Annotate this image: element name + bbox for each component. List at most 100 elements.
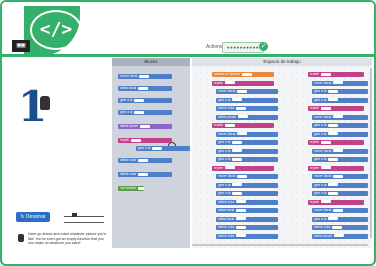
value-slot[interactable]: [236, 234, 247, 238]
value-slot[interactable]: [321, 72, 332, 76]
code-block[interactable]: definir pincel: [312, 233, 368, 239]
value-slot[interactable]: [138, 172, 149, 176]
value-slot[interactable]: [328, 132, 339, 136]
code-block[interactable]: mover hacia: [216, 174, 278, 179]
code-block[interactable]: definir color: [216, 199, 278, 205]
value-slot[interactable]: [237, 115, 248, 119]
code-block[interactable]: repetir: [308, 165, 364, 171]
code-block[interactable]: girar a la: [216, 182, 278, 188]
code-block[interactable]: girar a la: [216, 140, 278, 145]
code-block[interactable]: mover hacia: [312, 80, 368, 86]
code-block[interactable]: repetir: [308, 106, 364, 111]
code-block[interactable]: repetir: [212, 123, 274, 128]
workspace-scrollbar-vertical[interactable]: [370, 68, 372, 238]
code-block[interactable]: girar a la: [216, 191, 278, 196]
value-slot[interactable]: [237, 174, 248, 178]
value-slot[interactable]: [328, 89, 339, 93]
workspace[interactable]: Espacio de trabajo cuando se ejecute repe…: [192, 58, 372, 248]
value-slot[interactable]: [321, 106, 332, 110]
value-slot[interactable]: [232, 183, 243, 187]
code-block[interactable]: girar a la: [216, 148, 278, 154]
code-block[interactable]: definir color: [118, 158, 172, 163]
draw-button[interactable]: ↻ Dessinar: [16, 212, 50, 222]
code-block[interactable]: definir color: [216, 233, 278, 239]
value-slot[interactable]: [225, 81, 236, 85]
value-slot[interactable]: [333, 149, 344, 153]
code-block[interactable]: repetir: [308, 72, 364, 77]
value-slot[interactable]: [232, 157, 243, 161]
speed-slider-handle[interactable]: [72, 213, 77, 217]
value-slot[interactable]: [236, 200, 247, 204]
code-block[interactable]: girar a la: [118, 110, 172, 115]
code-block[interactable]: repetir: [212, 165, 274, 171]
value-slot[interactable]: [333, 234, 344, 238]
code-block[interactable]: definir color: [118, 172, 172, 177]
code-block[interactable]: mover hacia: [216, 89, 278, 94]
value-slot[interactable]: [321, 166, 332, 170]
value-slot[interactable]: [225, 123, 236, 127]
value-slot[interactable]: [232, 191, 243, 195]
value-slot[interactable]: [225, 166, 236, 170]
code-block[interactable]: definir color: [216, 106, 278, 111]
value-slot[interactable]: [333, 115, 344, 119]
value-slot[interactable]: [237, 89, 248, 93]
code-block[interactable]: mover hacia: [118, 74, 172, 79]
value-slot[interactable]: [131, 138, 142, 142]
value-slot[interactable]: [321, 140, 332, 144]
code-block[interactable]: definir pincel: [216, 114, 278, 120]
code-block[interactable]: repetir: [308, 199, 364, 205]
value-slot[interactable]: [134, 98, 145, 102]
code-block[interactable]: girar a la: [312, 216, 368, 222]
value-slot[interactable]: [139, 74, 150, 78]
value-slot[interactable]: [333, 174, 344, 178]
code-block[interactable]: girar a la: [118, 98, 172, 103]
code-block[interactable]: saltar hacia: [216, 216, 278, 222]
code-block[interactable]: girar a la: [312, 97, 368, 103]
code-block[interactable]: repetir: [308, 140, 364, 145]
value-slot[interactable]: [232, 140, 243, 144]
workspace-scrollbar-horizontal[interactable]: [192, 244, 368, 246]
value-slot[interactable]: [328, 217, 339, 221]
code-block[interactable]: mover hacia: [216, 131, 278, 137]
value-slot[interactable]: [232, 149, 243, 153]
code-block[interactable]: girar a la: [216, 157, 278, 162]
code-block[interactable]: girar a la: [136, 146, 190, 151]
value-slot[interactable]: [237, 132, 248, 136]
value-slot[interactable]: [138, 158, 149, 162]
code-block[interactable]: girar a la: [312, 89, 368, 94]
value-slot[interactable]: [139, 124, 150, 128]
code-block[interactable]: girar a la: [216, 97, 278, 103]
code-block[interactable]: definir color: [216, 225, 278, 230]
code-block[interactable]: girar a la: [312, 131, 368, 137]
value-slot[interactable]: [138, 186, 144, 190]
code-block[interactable]: definir pincel: [118, 124, 172, 129]
value-slot[interactable]: [328, 157, 339, 161]
code-block[interactable]: mover hacia: [312, 114, 368, 120]
code-block[interactable]: mover hacia: [312, 148, 368, 154]
code-block[interactable]: girar a la: [312, 123, 368, 128]
value-slot[interactable]: [236, 106, 247, 110]
value-slot[interactable]: [134, 110, 145, 114]
code-block[interactable]: saltar hacia: [118, 86, 172, 91]
value-slot[interactable]: [232, 98, 243, 102]
code-block[interactable]: girar a la: [312, 191, 368, 196]
value-slot[interactable]: [328, 123, 339, 127]
code-block[interactable]: repetir: [212, 80, 274, 86]
value-slot[interactable]: [138, 86, 149, 90]
value-slot[interactable]: [241, 72, 252, 76]
value-slot[interactable]: [333, 208, 344, 212]
site-logo[interactable]: ▣▣: [12, 40, 30, 52]
value-slot[interactable]: [332, 225, 343, 229]
code-block[interactable]: my function: [118, 186, 144, 191]
code-block[interactable]: cuando se ejecute: [212, 72, 274, 77]
code-block[interactable]: girar a la: [312, 157, 368, 162]
value-slot[interactable]: [236, 217, 247, 221]
code-block[interactable]: girar a la: [312, 182, 368, 188]
speed-slider[interactable]: [64, 216, 104, 217]
value-slot[interactable]: [152, 146, 163, 150]
value-slot[interactable]: [236, 225, 247, 229]
value-slot[interactable]: [236, 208, 247, 212]
value-slot[interactable]: [321, 200, 332, 204]
code-block[interactable]: mover hacia: [312, 174, 368, 179]
code-block[interactable]: saltar hacia: [216, 208, 278, 213]
